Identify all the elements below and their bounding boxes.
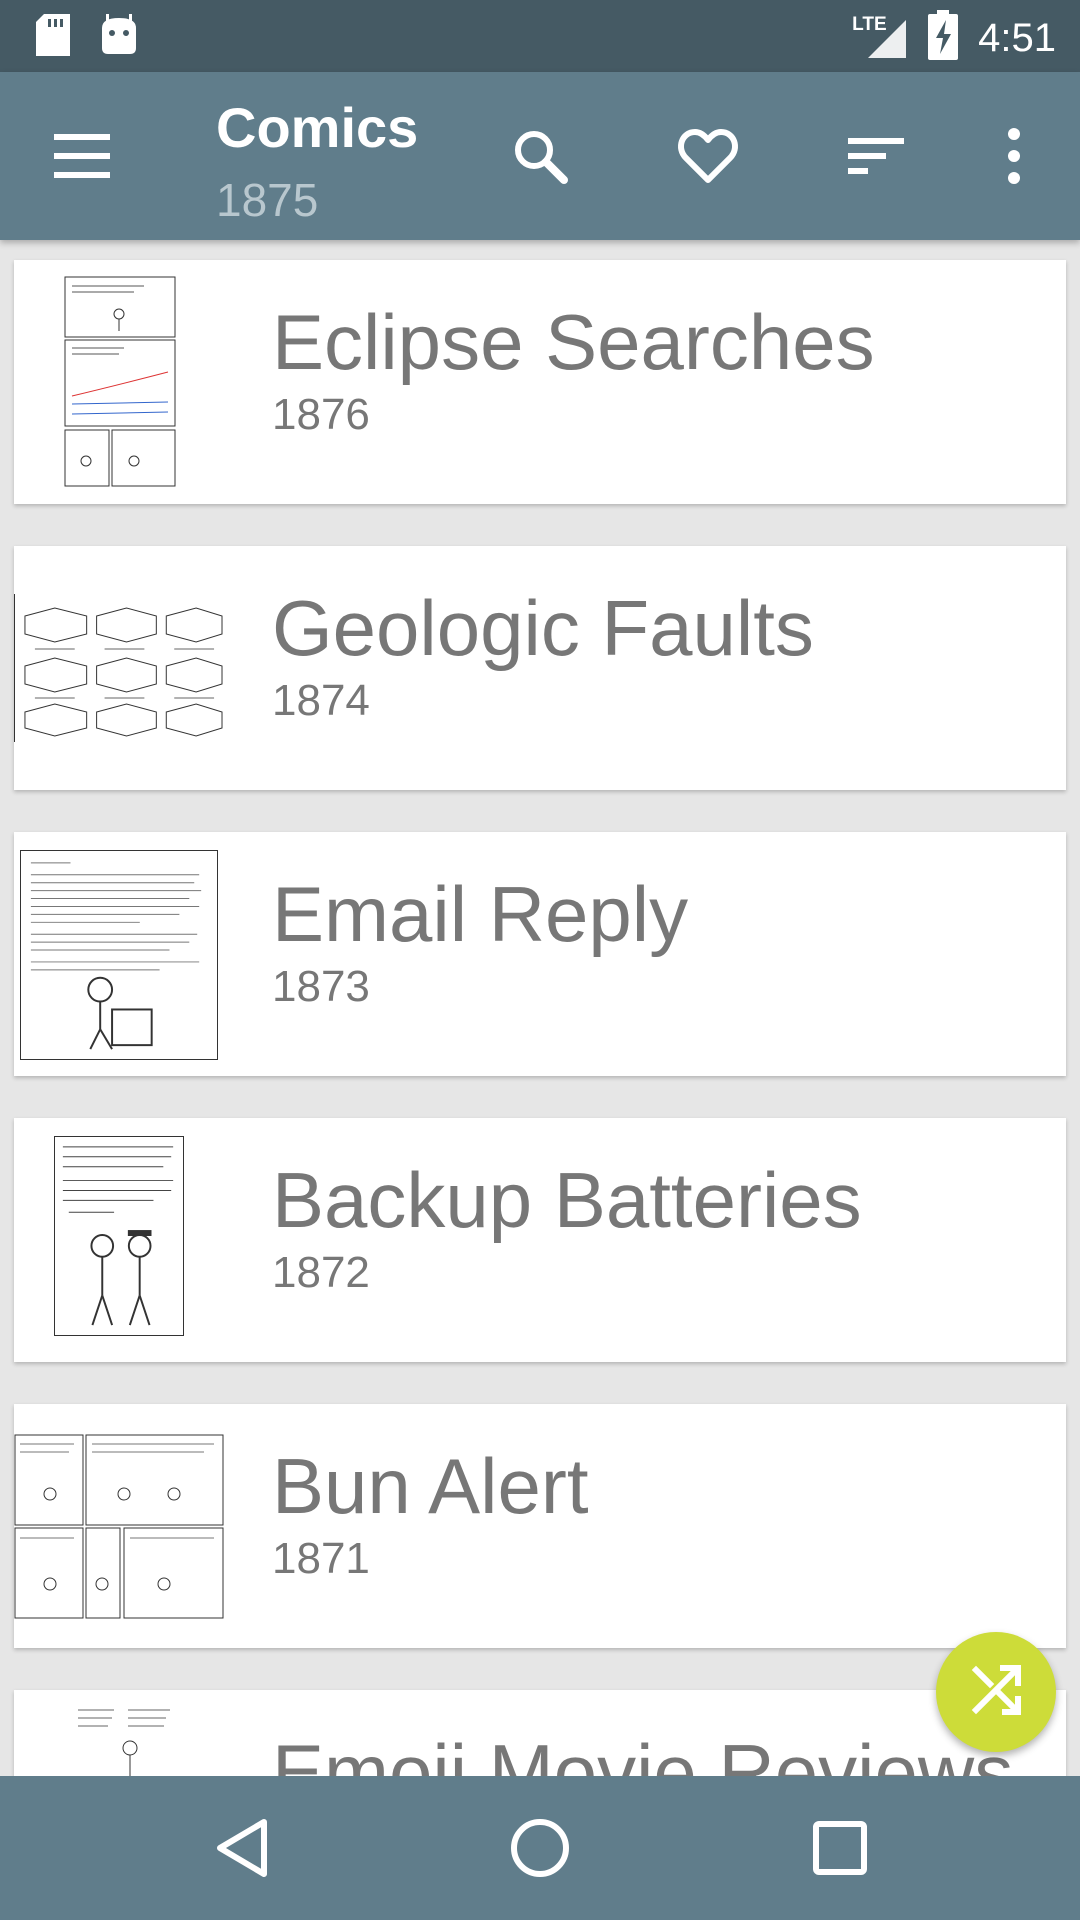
comic-thumbnail <box>14 594 224 742</box>
comic-card[interactable]: Bun Alert 1871 <box>14 1404 1066 1648</box>
clock: 4:51 <box>978 15 1056 60</box>
comic-card[interactable]: Email Reply 1873 <box>14 832 1066 1076</box>
comic-title: Bun Alert <box>272 1442 589 1530</box>
comic-number: 1874 <box>272 676 370 725</box>
comics-list[interactable]: Eclipse Searches 1876 Geologic Faults 18… <box>0 240 1080 1776</box>
comic-thumbnail <box>14 1434 224 1620</box>
comic-card[interactable]: Backup Batteries 1872 <box>14 1118 1066 1362</box>
android-icon <box>100 14 138 61</box>
comic-card[interactable]: Emoji Movie Reviews 1870 <box>14 1690 1066 1776</box>
comic-thumbnail <box>74 1706 174 1776</box>
battery-charging-icon <box>928 10 959 65</box>
app-bar: Comics 1875 <box>0 72 1080 240</box>
comic-thumbnail <box>54 1136 184 1336</box>
comic-title: Emoji Movie Reviews <box>272 1728 1014 1776</box>
comic-number: 1872 <box>272 1248 370 1297</box>
comic-number: 1876 <box>272 390 370 439</box>
recents-icon[interactable] <box>808 1816 872 1880</box>
comic-thumbnail <box>20 850 218 1060</box>
navigation-bar <box>0 1776 1080 1920</box>
more-vert-icon[interactable] <box>982 124 1046 188</box>
search-icon[interactable] <box>508 124 572 188</box>
shuffle-button[interactable] <box>936 1632 1056 1752</box>
comic-title: Backup Batteries <box>272 1156 862 1244</box>
heart-icon[interactable] <box>676 124 740 188</box>
sort-icon[interactable] <box>844 124 908 188</box>
comic-thumbnail <box>64 276 176 488</box>
page-title: Comics <box>216 96 419 159</box>
comic-number: 1871 <box>272 1534 370 1583</box>
comic-title: Eclipse Searches <box>272 298 875 386</box>
comic-number: 1873 <box>272 962 370 1011</box>
comic-title: Geologic Faults <box>272 584 814 672</box>
lte-signal-icon: LTE <box>852 14 908 60</box>
sd-card-icon <box>36 14 70 61</box>
comic-card[interactable]: Geologic Faults 1874 <box>14 546 1066 790</box>
comic-title: Email Reply <box>272 870 689 958</box>
shuffle-icon <box>970 1664 1022 1721</box>
back-icon[interactable] <box>210 1816 274 1880</box>
menu-icon[interactable] <box>54 134 110 178</box>
home-icon[interactable] <box>508 1816 572 1880</box>
comic-card[interactable]: Eclipse Searches 1876 <box>14 260 1066 504</box>
page-subtitle: 1875 <box>216 174 319 226</box>
status-bar: LTE 4:51 <box>0 0 1080 72</box>
